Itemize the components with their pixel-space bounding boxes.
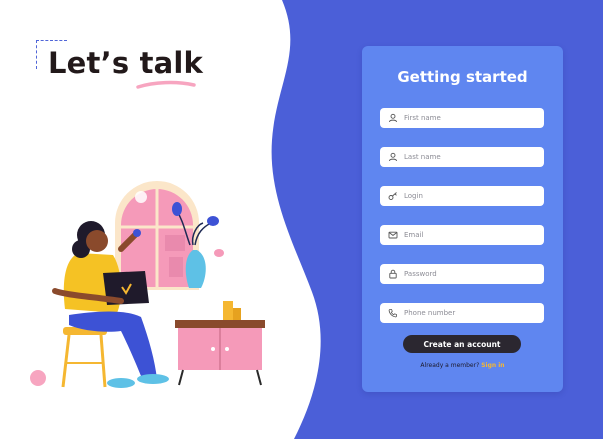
last-name-field[interactable] xyxy=(380,147,544,167)
mail-icon xyxy=(388,230,398,240)
sign-in-link[interactable]: Sign in xyxy=(481,362,504,369)
email-field[interactable] xyxy=(380,225,544,245)
signup-page: Let’s talk Getting started First name La… xyxy=(0,0,603,439)
brand-block: Let’s talk xyxy=(36,40,206,100)
last-name-input[interactable] xyxy=(404,153,534,161)
email-input[interactable] xyxy=(404,231,534,239)
login-field[interactable] xyxy=(380,186,544,206)
first-name-field[interactable] xyxy=(380,108,544,128)
first-name-input[interactable] xyxy=(404,114,534,122)
page-title: Let’s talk xyxy=(48,46,204,80)
user-icon xyxy=(388,152,398,162)
login-input[interactable] xyxy=(404,192,534,200)
password-field[interactable] xyxy=(380,264,544,284)
phone-icon xyxy=(388,308,398,318)
signin-prompt: Already a member? Sign in xyxy=(362,362,563,369)
password-input[interactable] xyxy=(404,270,534,278)
user-icon xyxy=(388,113,398,123)
person-illustration xyxy=(30,181,265,388)
form-title: Getting started xyxy=(397,68,528,86)
create-account-button[interactable]: Create an account xyxy=(403,335,521,353)
underline-swoosh xyxy=(136,80,196,89)
signup-card: Getting started First name Last name Log… xyxy=(362,46,563,392)
member-prompt-text: Already a member? xyxy=(420,362,480,369)
phone-input[interactable] xyxy=(404,309,534,317)
key-icon xyxy=(388,191,398,201)
phone-field[interactable] xyxy=(380,303,544,323)
lock-icon xyxy=(388,269,398,279)
